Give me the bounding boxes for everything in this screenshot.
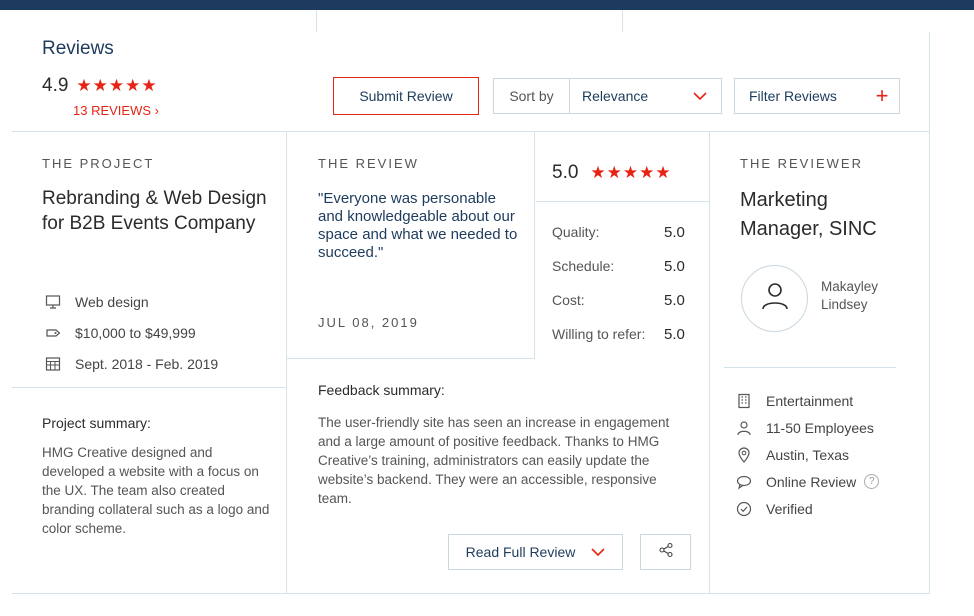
reviewer-company-size: 11-50 Employees [736, 414, 879, 441]
reviewer-meta-list: Entertainment 11-50 Employees Austin, Te… [736, 387, 880, 522]
score-value: 5.0 [664, 223, 685, 241]
reviewer-industry-text: Entertainment [766, 392, 854, 409]
reviews-heading: Reviews [42, 38, 114, 59]
project-service-text: Web design [75, 293, 149, 310]
check-circle-icon [736, 501, 752, 517]
reviewer-review-type: Online Review ? [736, 468, 880, 495]
project-meta-list: Web design $10,000 to $49,999 Sept. 2018… [45, 286, 218, 379]
reviewer-industry: Entertainment [736, 387, 879, 414]
project-dates-text: Sept. 2018 - Feb. 2019 [75, 355, 219, 372]
project-heading: THE PROJECT [42, 156, 155, 171]
review-overall-value: 5.0 [552, 162, 579, 183]
review-overall-score: 5.0 ★★★★★ [552, 162, 672, 184]
score-label: Schedule: [552, 258, 615, 274]
reviewer-verified-text: Verified [766, 500, 813, 517]
review-card: Reviews 4.9 ★★★★★ 13 REVIEWS › Submit Re… [12, 32, 930, 594]
reviewer-review-type-text: Online Review [766, 473, 857, 490]
overall-rating: 4.9 ★★★★★ [42, 75, 158, 97]
reviewer-title: Marketing Manager, SINC [740, 189, 877, 240]
overall-rating-value: 4.9 [42, 75, 69, 96]
score-label: Quality: [552, 224, 600, 240]
project-meta-budget: $10,000 to $49,999 [45, 317, 218, 348]
filter-reviews-button[interactable]: Filter Reviews + [734, 78, 900, 114]
submit-review-button[interactable]: Submit Review [333, 77, 479, 115]
chevron-right-icon: › [154, 103, 159, 118]
score-value: 5.0 [664, 325, 685, 343]
score-breakdown: Quality: 5.0 Schedule: 5.0 Cost: 5.0 Wil… [552, 215, 685, 351]
reviewer-heading: THE REVIEWER [740, 156, 863, 171]
divider [724, 367, 896, 368]
project-title: Rebranding & Web Design for B2B Events C… [42, 188, 267, 234]
reviewer-name: Makayley Lindsey [821, 279, 879, 312]
project-summary-text: HMG Creative designed and developed a we… [42, 445, 270, 536]
calendar-icon [45, 356, 61, 372]
read-full-review-label: Read Full Review [465, 544, 576, 560]
share-icon [658, 542, 674, 563]
top-nav-bar [0, 0, 974, 32]
review-count-link[interactable]: 13 REVIEWS › [73, 103, 159, 118]
nav-divider [316, 10, 317, 32]
project-budget-text: $10,000 to $49,999 [75, 324, 196, 341]
sort-value[interactable]: Relevance [570, 88, 693, 104]
divider [12, 593, 930, 594]
reviewer-location-text: Austin, Texas [766, 446, 850, 463]
price-tag-icon [45, 325, 61, 341]
score-label: Willing to refer: [552, 326, 646, 342]
reviewer-verified: Verified [736, 495, 879, 522]
filter-reviews-label: Filter Reviews [749, 88, 837, 104]
score-value: 5.0 [664, 257, 685, 275]
divider [286, 132, 287, 593]
chevron-down-icon [591, 544, 605, 560]
project-summary-heading: Project summary: [42, 415, 151, 431]
sort-dropdown[interactable]: Sort by Relevance [493, 78, 722, 114]
project-meta-dates: Sept. 2018 - Feb. 2019 [45, 348, 218, 379]
feedback-summary-heading: Feedback summary: [318, 382, 445, 398]
score-row-refer: Willing to refer: 5.0 [552, 317, 685, 351]
feedback-summary-text: The user-friendly site has seen an incre… [318, 415, 670, 506]
chevron-down-icon[interactable] [693, 88, 721, 104]
score-value: 5.0 [664, 291, 685, 309]
location-pin-icon [736, 446, 752, 463]
building-icon [736, 393, 752, 409]
divider [287, 358, 534, 359]
project-meta-service: Web design [45, 286, 218, 317]
monitor-icon [45, 294, 61, 310]
review-heading: THE REVIEW [318, 156, 419, 171]
divider [12, 387, 286, 388]
score-row-quality: Quality: 5.0 [552, 215, 685, 249]
sort-label: Sort by [494, 79, 570, 113]
reviewer-company-size-text: 11-50 Employees [766, 419, 874, 436]
score-row-schedule: Schedule: 5.0 [552, 249, 685, 283]
person-icon [736, 420, 752, 436]
score-row-cost: Cost: 5.0 [552, 283, 685, 317]
score-label: Cost: [552, 292, 585, 308]
review-date: JUL 08, 2019 [318, 315, 419, 330]
chat-bubble-icon [736, 474, 752, 490]
help-icon[interactable]: ? [864, 474, 880, 489]
share-button[interactable] [640, 534, 691, 570]
person-icon [761, 281, 789, 316]
review-count-label: 13 REVIEWS [73, 103, 152, 118]
plus-icon[interactable]: + [865, 85, 899, 107]
reviewer-location: Austin, Texas [736, 441, 879, 468]
review-quote: "Everyone was personable and knowledgeab… [318, 190, 518, 261]
divider [534, 132, 535, 359]
nav-divider [622, 10, 623, 32]
star-rating-icon: ★★★★★ [76, 76, 158, 95]
divider [536, 201, 710, 202]
divider [12, 131, 930, 132]
avatar [741, 265, 808, 332]
read-full-review-button[interactable]: Read Full Review [448, 534, 623, 570]
star-rating-icon: ★★★★★ [590, 163, 672, 182]
